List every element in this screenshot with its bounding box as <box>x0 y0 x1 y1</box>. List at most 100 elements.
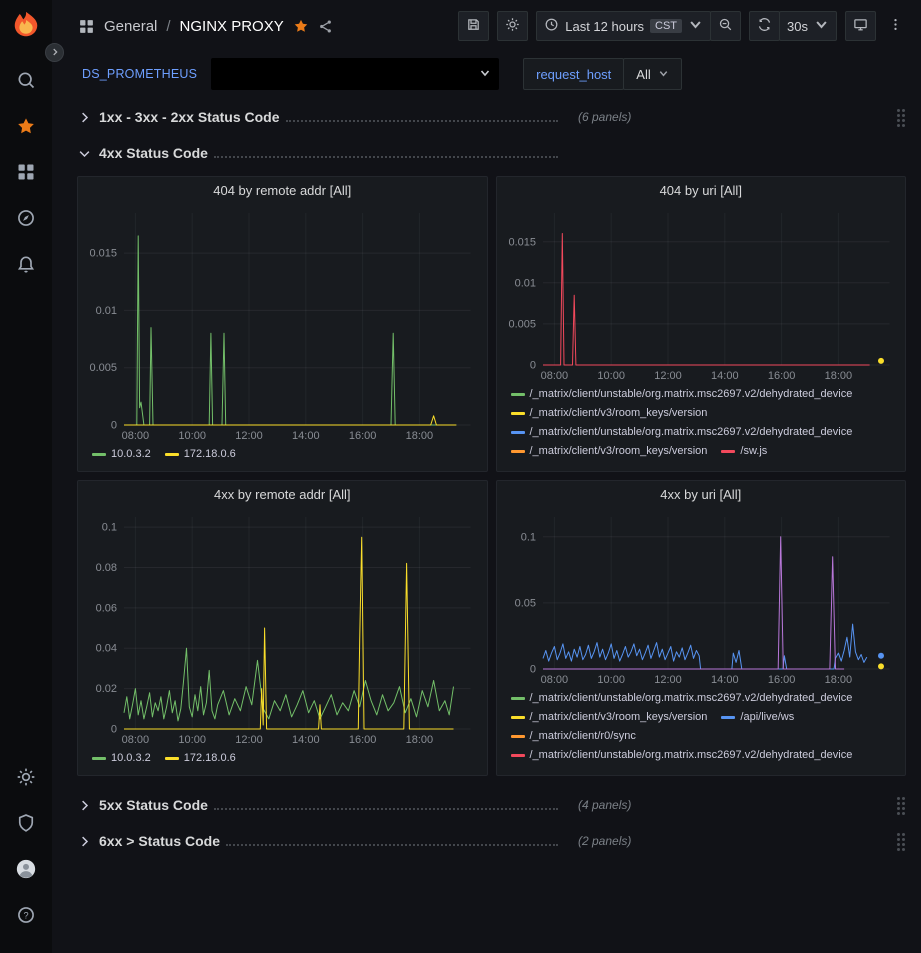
sidebar-item-configuration[interactable] <box>0 755 52 801</box>
legend-item[interactable]: /_matrix/client/unstable/org.matrix.msc2… <box>511 746 853 765</box>
request-host-variable: request_host All <box>523 58 682 90</box>
legend-swatch <box>511 431 525 434</box>
sidebar-expand-button[interactable] <box>45 43 64 62</box>
panel-grid: 404 by remote addr [All] 08:00 10:00 12:00… <box>77 176 906 776</box>
sidebar-item-explore[interactable] <box>0 196 52 242</box>
legend-label: /_matrix/client/v3/room_keys/version <box>530 404 708 423</box>
svg-text:0: 0 <box>529 664 535 676</box>
sidebar-item-help[interactable]: ? <box>0 893 52 939</box>
panel-title[interactable]: 4xx by uri [All] <box>497 481 906 509</box>
request-host-label[interactable]: request_host <box>523 58 624 90</box>
row-leader-dots <box>214 800 558 810</box>
dashboard-grid-icon <box>78 18 95 35</box>
legend-item[interactable]: /_matrix/client/v3/room_keys/version <box>511 442 708 461</box>
row-panel-count: (6 panels) <box>578 110 631 124</box>
legend-swatch <box>92 757 106 760</box>
svg-text:16:00: 16:00 <box>767 370 795 382</box>
variables-bar: DS_PROMETHEUS request_host All <box>52 52 921 100</box>
dashboards-grid-icon <box>16 162 36 185</box>
panel-title[interactable]: 404 by remote addr [All] <box>78 177 487 205</box>
save-dashboard-button[interactable] <box>458 11 489 41</box>
dashboard-settings-button[interactable] <box>497 11 528 41</box>
panel-title[interactable]: 404 by uri [All] <box>497 177 906 205</box>
variable-ds-label[interactable]: DS_PROMETHEUS <box>78 61 201 87</box>
svg-text:0.015: 0.015 <box>89 248 117 260</box>
sidebar-item-server-admin[interactable] <box>0 801 52 847</box>
breadcrumb: General / NGINX PROXY <box>78 18 333 35</box>
panel-title[interactable]: 4xx by remote addr [All] <box>78 481 487 509</box>
row-header-1xx-3xx-2xx[interactable]: 1xx - 3xx - 2xx Status Code (6 panels) <box>77 102 906 132</box>
legend-item[interactable]: /_matrix/client/r0/sync <box>511 727 636 746</box>
svg-text:12:00: 12:00 <box>235 734 263 746</box>
sidebar-item-alerting[interactable] <box>0 242 52 288</box>
tv-mode-button[interactable] <box>845 11 876 41</box>
refresh-interval-picker[interactable]: 30s <box>779 11 837 41</box>
row-header-6xx[interactable]: 6xx > Status Code (2 panels) <box>77 826 906 856</box>
legend-item[interactable]: /_matrix/client/v3/room_keys/version <box>511 404 708 423</box>
legend-swatch <box>721 716 735 719</box>
grafana-logo[interactable] <box>11 10 41 40</box>
row-header-4xx[interactable]: 4xx Status Code <box>77 138 906 168</box>
legend-item[interactable]: 172.18.0.6 <box>165 749 236 768</box>
row-drag-handle[interactable] <box>897 109 900 112</box>
favorite-star-icon[interactable] <box>293 18 309 34</box>
chevron-down-icon <box>814 17 829 35</box>
legend-item[interactable]: /_matrix/client/unstable/org.matrix.msc2… <box>511 689 853 708</box>
chevron-right-icon <box>77 110 92 125</box>
legend-label: /_matrix/client/v3/room_keys/version <box>530 442 708 461</box>
svg-text:0.08: 0.08 <box>96 562 117 574</box>
row-header-5xx[interactable]: 5xx Status Code (4 panels) <box>77 790 906 820</box>
sidebar-item-profile[interactable] <box>0 847 52 893</box>
legend-item[interactable]: /api/live/ws <box>721 708 794 727</box>
kebab-menu-icon <box>888 20 903 35</box>
sidebar-item-starred[interactable] <box>0 104 52 150</box>
row-leader-dots <box>214 148 558 158</box>
legend-item[interactable]: /sw.js <box>721 442 767 461</box>
svg-text:0.015: 0.015 <box>508 236 536 248</box>
refresh-icon <box>757 17 772 35</box>
sidebar-item-search[interactable] <box>0 58 52 104</box>
svg-text:18:00: 18:00 <box>824 370 852 382</box>
timeseries-chart[interactable]: 08:0010:0012:0014:0016:0018:0000.050.1 <box>503 509 900 687</box>
timezone-badge: CST <box>650 19 682 33</box>
svg-text:18:00: 18:00 <box>824 674 852 686</box>
svg-text:0.1: 0.1 <box>102 522 117 534</box>
page-title[interactable]: NGINX PROXY <box>180 18 284 35</box>
legend-item[interactable]: 172.18.0.6 <box>165 445 236 464</box>
more-options-button[interactable] <box>884 17 907 35</box>
timeseries-chart[interactable]: 08:0010:0012:0014:0016:0018:0000.0050.01… <box>503 205 900 383</box>
svg-text:08:00: 08:00 <box>540 370 568 382</box>
svg-text:18:00: 18:00 <box>406 430 434 442</box>
share-icon[interactable] <box>318 19 333 34</box>
row-drag-handle[interactable] <box>897 797 900 800</box>
row-drag-handle[interactable] <box>897 833 900 836</box>
shield-icon <box>16 813 36 836</box>
timeseries-chart[interactable]: 08:0010:0012:0014:0016:0018:0000.0050.01… <box>84 205 481 443</box>
svg-text:14:00: 14:00 <box>711 370 739 382</box>
refresh-interval-label: 30s <box>787 19 808 34</box>
request-host-value-select[interactable]: All <box>623 58 681 90</box>
dashboard-area: 1xx - 3xx - 2xx Status Code (6 panels) 4… <box>52 100 921 856</box>
sidebar-item-dashboards[interactable] <box>0 150 52 196</box>
legend-item[interactable]: 10.0.3.2 <box>92 445 151 464</box>
breadcrumb-section[interactable]: General <box>104 18 157 35</box>
svg-text:0: 0 <box>529 360 535 372</box>
refresh-button[interactable] <box>749 11 780 41</box>
svg-text:0.005: 0.005 <box>508 318 536 330</box>
svg-text:10:00: 10:00 <box>178 734 206 746</box>
time-range-picker[interactable]: Last 12 hours CST <box>536 11 711 41</box>
zoom-out-button[interactable] <box>710 11 741 41</box>
row-title: 4xx Status Code <box>99 145 208 161</box>
svg-text:0: 0 <box>111 420 117 432</box>
chevron-right-icon <box>50 45 60 60</box>
legend-item[interactable]: 10.0.3.2 <box>92 749 151 768</box>
legend-label: /_matrix/client/unstable/org.matrix.msc2… <box>530 689 853 708</box>
row-title: 5xx Status Code <box>99 797 208 813</box>
legend-item[interactable]: /_matrix/client/unstable/org.matrix.msc2… <box>511 385 853 404</box>
svg-text:0.005: 0.005 <box>89 362 117 374</box>
timeseries-chart[interactable]: 08:0010:0012:0014:0016:0018:0000.020.040… <box>84 509 481 747</box>
datasource-select[interactable] <box>211 58 499 90</box>
legend-item[interactable]: /_matrix/client/unstable/org.matrix.msc2… <box>511 423 853 442</box>
legend-item[interactable]: /_matrix/client/v3/room_keys/version <box>511 708 708 727</box>
svg-text:0.1: 0.1 <box>520 531 535 543</box>
